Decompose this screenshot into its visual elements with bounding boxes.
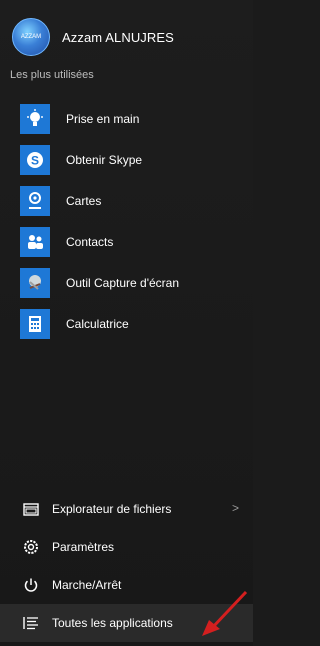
gear-icon [22, 538, 40, 556]
annotation-arrow-icon [202, 590, 248, 636]
calculator-icon [20, 309, 50, 339]
most-used-heading: Les plus utilisées [10, 69, 94, 81]
user-name: Azzam ALNUJRES [62, 29, 174, 45]
settings-item[interactable]: Paramètres [0, 528, 253, 566]
app-label: Cartes [66, 194, 102, 208]
lightbulb-icon [20, 104, 50, 134]
snipping-tool-icon [20, 268, 50, 298]
start-menu-panel: AZZAM Azzam ALNUJRES Les plus utilisées … [0, 0, 253, 646]
app-prise-en-main[interactable]: Prise en main [20, 101, 250, 137]
all-apps-label: Toutes les applications [52, 616, 173, 630]
user-avatar: AZZAM [12, 18, 50, 56]
app-label: Obtenir Skype [66, 153, 143, 167]
contacts-icon [20, 227, 50, 257]
user-account[interactable]: AZZAM Azzam ALNUJRES [12, 18, 174, 56]
app-label: Calculatrice [66, 317, 129, 331]
svg-text:S: S [31, 154, 39, 168]
app-label: Contacts [66, 235, 114, 249]
app-cartes[interactable]: Cartes [20, 183, 250, 219]
power-label: Marche/Arrêt [52, 578, 122, 592]
all-apps-list-icon [22, 614, 40, 632]
avatar-text: AZZAM [20, 34, 42, 40]
app-outil-capture[interactable]: Outil Capture d'écran [20, 265, 250, 301]
file-explorer-label: Explorateur de fichiers [52, 502, 172, 516]
app-obtenir-skype[interactable]: S Obtenir Skype [20, 142, 250, 178]
app-calculatrice[interactable]: Calculatrice [20, 306, 250, 342]
app-contacts[interactable]: Contacts [20, 224, 250, 260]
app-label: Outil Capture d'écran [66, 276, 180, 290]
skype-icon: S [20, 145, 50, 175]
maps-icon [20, 186, 50, 216]
file-explorer-item[interactable]: Explorateur de fichiers > [0, 490, 253, 528]
folder-icon [22, 500, 40, 518]
power-icon [22, 576, 40, 594]
app-label: Prise en main [66, 112, 140, 126]
settings-label: Paramètres [52, 540, 115, 554]
most-used-list: Prise en main S Obtenir Skype Cartes Con… [20, 101, 250, 347]
chevron-right-icon[interactable]: > [232, 501, 239, 515]
